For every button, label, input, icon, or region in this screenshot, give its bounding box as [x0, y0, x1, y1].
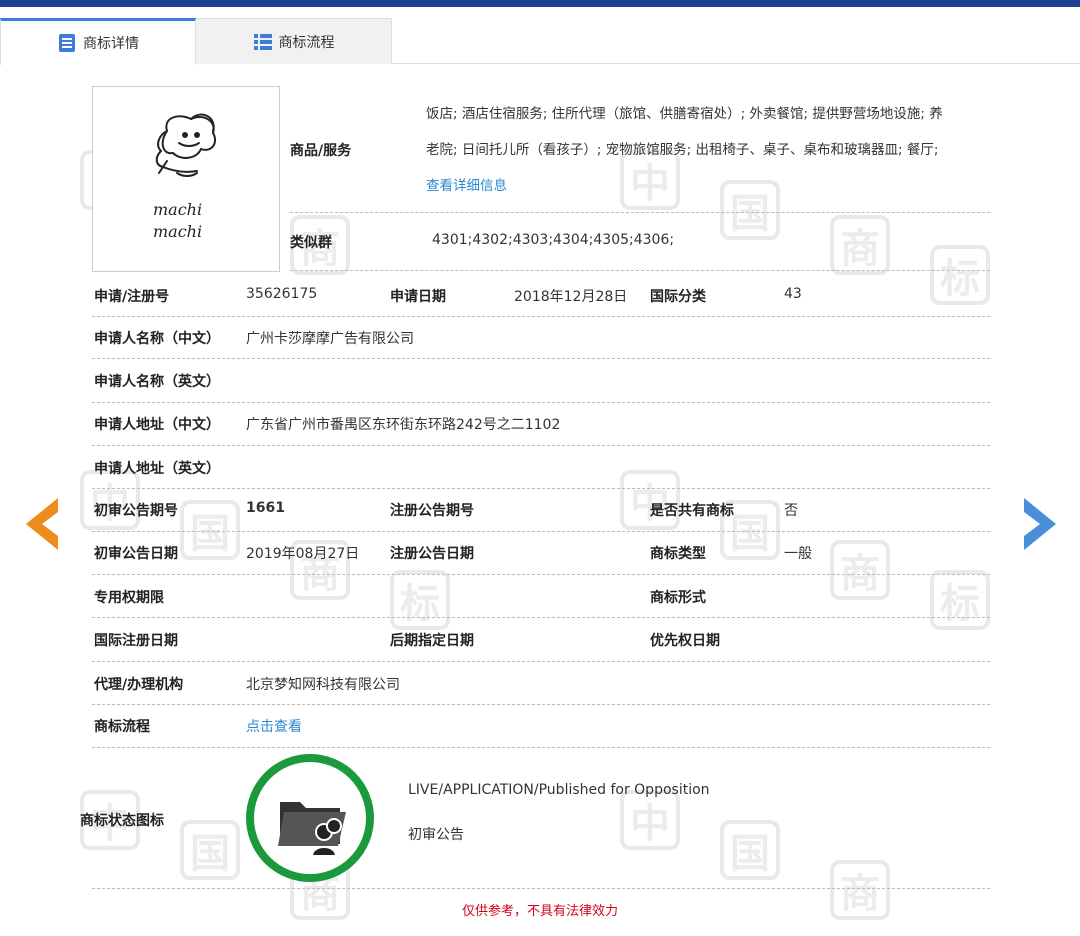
priority-date-label: 优先权日期	[650, 633, 720, 649]
goods-label: 商品/服务	[290, 143, 352, 159]
tab-trademark-details[interactable]: 商标详情	[0, 18, 196, 65]
later-date-label: 后期指定日期	[390, 633, 474, 649]
reg-no-label: 申请/注册号	[94, 289, 170, 305]
intl-class-value: 43	[784, 286, 802, 302]
list-icon	[253, 32, 273, 52]
divider	[92, 316, 990, 317]
disclaimer: 仅供参考，不具有法律效力	[461, 904, 618, 919]
view-flow-link[interactable]: 点击查看	[246, 716, 302, 736]
divider	[92, 531, 990, 532]
divider	[92, 704, 990, 705]
address-cn-label: 申请人地址（中文）	[94, 417, 220, 433]
divider	[92, 488, 990, 489]
goods-list: 饭店; 酒店住宿服务; 住所代理（旅馆、供膳寄宿处）; 外卖餐馆; 提供野营场地…	[426, 96, 992, 204]
folder-people-icon	[278, 802, 346, 857]
reg-no-value: 35626175	[246, 286, 318, 302]
goods-line: 饭店; 酒店住宿服务; 住所代理（旅馆、供膳寄宿处）; 外卖餐馆; 提供野营场地…	[426, 106, 943, 122]
view-details-link[interactable]: 查看详细信息	[426, 178, 507, 194]
status-en: LIVE/APPLICATION/Published for Oppositio…	[408, 782, 710, 798]
top-bar	[0, 0, 1080, 7]
exclusive-period-label: 专用权期限	[94, 590, 164, 606]
applicant-en-label: 申请人名称（英文）	[94, 374, 220, 390]
tab-label: 商标详情	[83, 36, 139, 52]
status-icon	[246, 754, 374, 882]
similar-group-value: 4301;4302;4303;4304;4305;4306;	[432, 232, 675, 248]
goods-line: 老院; 日间托儿所（看孩子）; 宠物旅馆服务; 出租椅子、桌子、桌布和玻璃器皿;…	[426, 142, 939, 158]
tm-type-value: 一般	[784, 546, 812, 562]
logo-text-line1: machi	[153, 200, 202, 219]
shared-value: 否	[784, 503, 798, 519]
agent-label: 代理/办理机构	[94, 677, 184, 693]
divider	[92, 888, 990, 889]
dog-sketch-logo: machi machi	[153, 113, 217, 241]
document-icon	[57, 33, 77, 53]
tm-type-label: 商标类型	[650, 546, 706, 562]
address-en-label: 申请人地址（英文）	[94, 461, 220, 477]
prev-arrow-icon[interactable]	[22, 496, 60, 556]
trademark-image: machi machi	[92, 86, 280, 272]
divider	[92, 358, 990, 359]
apply-date-value: 2018年12月28日	[514, 289, 628, 305]
status-icon-label: 商标状态图标	[80, 813, 164, 829]
divider	[92, 445, 990, 446]
tab-bar: 商标详情 商标流程	[0, 18, 1080, 65]
divider	[92, 617, 990, 618]
address-cn-value: 广东省广州市番禺区东环街东环路242号之二1102	[246, 417, 561, 433]
flow-label: 商标流程	[94, 719, 150, 735]
applicant-cn-label: 申请人名称（中文）	[94, 331, 220, 347]
logo-text-line2: machi	[153, 222, 202, 241]
divider	[92, 747, 990, 748]
tab-trademark-flow[interactable]: 商标流程	[196, 18, 392, 64]
divider	[290, 270, 990, 271]
prelim-no-label: 初审公告期号	[94, 503, 178, 519]
divider	[92, 402, 990, 403]
prelim-no-value: 1661	[246, 500, 285, 516]
intl-reg-date-label: 国际注册日期	[94, 633, 178, 649]
prelim-date-value: 2019年08月27日	[246, 546, 360, 562]
divider	[290, 212, 990, 213]
similar-group-label: 类似群	[290, 235, 332, 251]
reg-pub-date-label: 注册公告日期	[390, 546, 474, 562]
shared-label: 是否共有商标	[650, 503, 734, 519]
next-arrow-icon[interactable]	[1022, 496, 1060, 556]
apply-date-label: 申请日期	[390, 289, 446, 305]
divider	[92, 661, 990, 662]
tab-label: 商标流程	[278, 34, 335, 51]
divider	[92, 574, 990, 575]
reg-pub-no-label: 注册公告期号	[390, 503, 474, 519]
tm-form-label: 商标形式	[650, 590, 706, 606]
status-cn: 初审公告	[408, 827, 464, 843]
prelim-date-label: 初审公告日期	[94, 546, 178, 562]
intl-class-label: 国际分类	[650, 289, 706, 305]
agent-value: 北京梦知网科技有限公司	[246, 677, 400, 693]
applicant-cn-value: 广州卡莎摩摩广告有限公司	[246, 331, 414, 347]
